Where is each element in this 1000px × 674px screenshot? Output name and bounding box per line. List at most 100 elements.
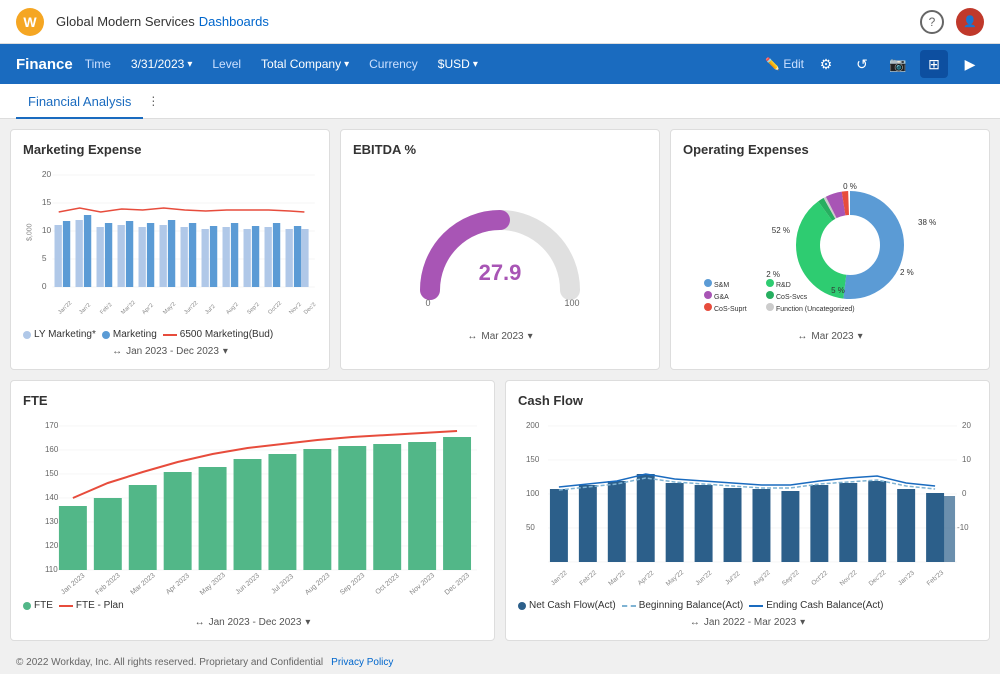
top-navigation: W Global Modern Services Dashboards ? 👤 [0,0,1000,44]
fte-dot [23,602,31,610]
avatar[interactable]: 👤 [956,8,984,36]
range-icon: ↔ [797,331,807,342]
dashboard: Marketing Expense 20 15 10 5 0 $,000 [0,119,1000,651]
marketing-dot [102,331,110,339]
svg-text:100: 100 [564,298,579,308]
currency-value[interactable]: $USD ▾ [438,57,478,71]
currency-label: Currency [369,57,418,71]
svg-text:May 2023: May 2023 [199,572,227,596]
privacy-policy-link[interactable]: Privacy Policy [331,657,393,668]
fte-legend: FTE FTE - Plan [23,600,482,611]
svg-text:Jun'22: Jun'22 [694,569,713,587]
svg-text:May'2: May'2 [162,301,177,315]
svg-text:Nov'22: Nov'22 [839,569,859,587]
operating-expenses-title: Operating Expenses [683,142,977,157]
range-chevron: ▾ [223,346,228,357]
svg-text:150: 150 [526,455,540,464]
top-row: Marketing Expense 20 15 10 5 0 $,000 [10,129,990,370]
cashflow-range-selector[interactable]: ↔ Jan 2022 - Mar 2023 ▾ [518,617,977,628]
svg-text:$,000: $,000 [25,224,33,241]
help-icon[interactable]: ? [920,10,944,34]
svg-text:Aug 2023: Aug 2023 [304,572,331,596]
camera-icon-btn[interactable]: 📷 [884,50,912,78]
svg-text:Dec 2023: Dec 2023 [444,572,471,596]
svg-text:20: 20 [42,170,52,179]
nav-right-actions: ? 👤 [920,8,984,36]
legend-beginning-balance: Beginning Balance(Act) [622,600,744,611]
filter-icon-btn[interactable]: ⚙ [812,50,840,78]
svg-text:Jul'2: Jul'2 [204,304,217,316]
svg-text:Feb'22: Feb'22 [578,569,598,587]
svg-text:Apr'2: Apr'2 [141,303,155,316]
svg-text:0: 0 [425,298,430,308]
svg-text:Feb'23: Feb'23 [926,569,946,587]
svg-text:0 %: 0 % [843,182,857,191]
svg-text:50: 50 [526,523,535,532]
svg-text:52 %: 52 % [772,226,790,235]
svg-text:15: 15 [42,198,52,207]
svg-text:-10: -10 [957,523,969,532]
tab-financial-analysis[interactable]: Financial Analysis [16,84,143,119]
fte-title: FTE [23,393,482,408]
marketing-expense-chart: 20 15 10 5 0 $,000 [23,165,317,325]
svg-text:Jun'22: Jun'22 [183,300,199,315]
svg-text:200: 200 [526,421,540,430]
marketing-range-selector[interactable]: ↔ Jan 2023 - Dec 2023 ▾ [23,346,317,357]
range-chevron: ▾ [800,617,805,628]
page-footer: © 2022 Workday, Inc. All rights reserved… [0,651,1000,674]
pencil-icon: ✏️ [765,57,780,71]
svg-text:Jun 2023: Jun 2023 [235,572,262,596]
legend-net-cashflow: Net Cash Flow(Act) [518,600,616,611]
svg-text:130: 130 [45,517,59,526]
marketing-expense-title: Marketing Expense [23,142,317,157]
svg-text:Jan 2023: Jan 2023 [60,572,87,596]
ebitda-title: EBITDA % [353,142,647,157]
svg-text:140: 140 [45,493,59,502]
cashflow-legend: Net Cash Flow(Act) Beginning Balance(Act… [518,600,977,611]
svg-text:2 %: 2 % [766,270,780,279]
net-cashflow-dot [518,602,526,610]
svg-text:CoS-Svcs: CoS-Svcs [776,294,808,301]
svg-text:Feb'2: Feb'2 [99,302,113,316]
svg-text:Sep 2023: Sep 2023 [339,572,366,596]
svg-text:S&M: S&M [714,282,729,289]
svg-text:Aug'22: Aug'22 [752,569,772,587]
legend-ly-marketing: LY Marketing* [23,329,96,340]
operating-expenses-donut: 0 % 38 % 2 % 5 % 2 % 52 % S&M G&A CoS-Su… [683,165,977,325]
legend-marketing: Marketing [102,329,157,340]
svg-text:Jul 2023: Jul 2023 [270,573,295,595]
edit-button[interactable]: ✏️ Edit [765,57,804,71]
level-value[interactable]: Total Company ▾ [261,57,349,71]
svg-text:Oct'22: Oct'22 [810,569,829,587]
svg-text:Nov'2: Nov'2 [288,302,303,316]
svg-text:Jan'23: Jan'23 [897,569,916,587]
range-chevron: ▾ [858,331,863,342]
fte-range-selector[interactable]: ↔ Jan 2023 - Dec 2023 ▾ [23,617,482,628]
grid-icon-btn[interactable]: ⊞ [920,50,948,78]
range-icon: ↔ [112,346,122,357]
ebitda-range-selector[interactable]: ↔ Mar 2023 ▾ [353,331,647,342]
time-value[interactable]: 3/31/2023 ▾ [131,57,192,71]
video-icon-btn[interactable]: ▶ [956,50,984,78]
svg-text:R&D: R&D [776,282,791,289]
svg-text:Jan'22: Jan'22 [57,300,73,315]
ebitda-gauge: 27.9 0 100 [353,165,647,325]
svg-text:Dec'22: Dec'22 [868,569,888,587]
range-icon: ↔ [690,617,700,628]
beginning-balance-line [622,605,636,607]
tab-options-icon[interactable]: ⋮ [147,94,159,108]
refresh-icon-btn[interactable]: ↺ [848,50,876,78]
operating-range-selector[interactable]: ↔ Mar 2023 ▾ [683,331,977,342]
ebitda-card: EBITDA % 27.9 0 100 ↔ Mar 2023 ▾ [340,129,660,370]
fte-plan-line [59,605,73,607]
svg-text:Dec'2: Dec'2 [303,302,317,316]
currency-chevron: ▾ [473,59,478,70]
svg-text:10: 10 [42,226,52,235]
svg-text:0: 0 [962,489,967,498]
range-icon: ↔ [195,617,205,628]
svg-text:10: 10 [962,455,971,464]
svg-text:CoS-Suprt: CoS-Suprt [714,306,747,313]
dashboards-link[interactable]: Dashboards [199,14,269,29]
svg-text:120: 120 [45,541,59,550]
svg-text:0: 0 [42,282,47,291]
